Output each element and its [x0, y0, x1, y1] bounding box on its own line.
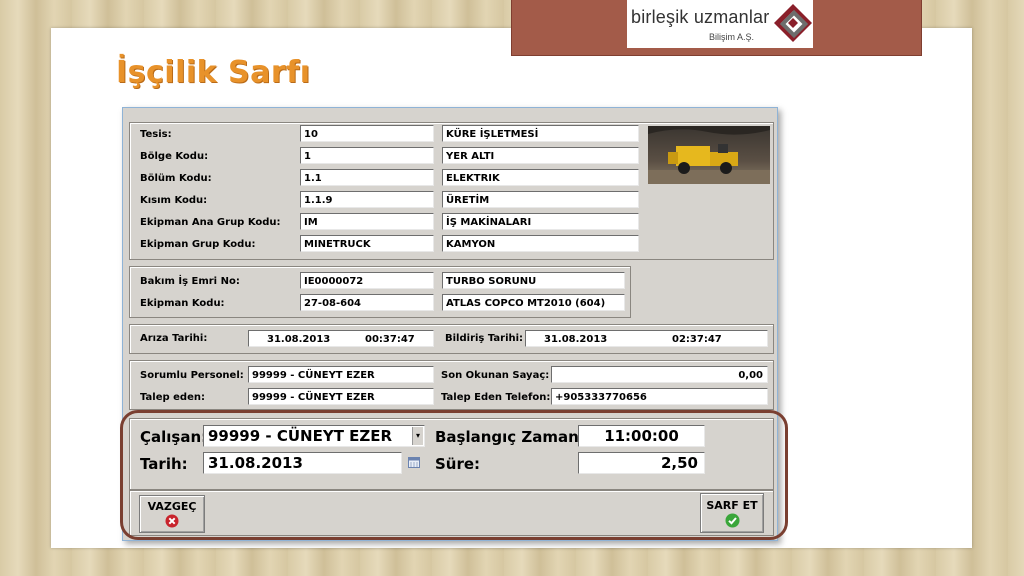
notice-datetime-field[interactable]: 31.08.2013 02:37:47: [525, 330, 768, 347]
section-code-field[interactable]: 1.1: [300, 169, 434, 186]
tesis-code-field[interactable]: 10: [300, 125, 434, 142]
logo-name: birleşik uzmanlar: [631, 7, 770, 27]
tesis-label: Tesis:: [140, 129, 172, 140]
dates-group: Arıza Tarihi: 31.08.2013 00:37:47 Bildir…: [129, 324, 774, 354]
equipment-photo: [648, 126, 770, 184]
tesis-desc-field[interactable]: KÜRE İŞLETMESİ: [442, 125, 639, 142]
requester-field[interactable]: 99999 - CÜNEYT EZER: [248, 388, 434, 405]
notice-date-value: 31.08.2013: [544, 334, 608, 345]
fault-time-value: 00:37:47: [365, 334, 415, 345]
counter-label: Son Okunan Sayaç:: [441, 370, 550, 381]
order-no-label: Bakım İş Emri No:: [140, 276, 240, 287]
logo-banner: birleşik uzmanlar Bilişim A.Ş.: [511, 0, 922, 56]
fault-datetime-field[interactable]: 31.08.2013 00:37:47: [248, 330, 434, 347]
equip-main-group-desc-field[interactable]: İŞ MAKİNALARI: [442, 213, 639, 230]
equip-group-label: Ekipman Grup Kodu:: [140, 239, 256, 250]
notice-time-value: 02:37:47: [672, 334, 722, 345]
order-desc-field[interactable]: TURBO SORUNU: [442, 272, 625, 289]
equip-main-group-label: Ekipman Ana Grup Kodu:: [140, 217, 281, 228]
work-order-group: Bakım İş Emri No: IE0000072 TURBO SORUNU…: [129, 266, 631, 318]
company-logo: birleşik uzmanlar Bilişim A.Ş.: [627, 0, 813, 48]
requester-label: Talep eden:: [140, 392, 205, 403]
equip-desc-field[interactable]: ATLAS COPCO MT2010 (604): [442, 294, 625, 311]
part-desc-field[interactable]: ÜRETİM: [442, 191, 639, 208]
section-code-label: Bölüm Kodu:: [140, 173, 212, 184]
part-code-label: Kısım Kodu:: [140, 195, 208, 206]
phone-field[interactable]: +905333770656: [551, 388, 768, 405]
part-code-field[interactable]: 1.1.9: [300, 191, 434, 208]
equip-group-desc-field[interactable]: KAMYON: [442, 235, 639, 252]
highlight-frame: [120, 410, 788, 540]
equip-code-field[interactable]: 27-08-604: [300, 294, 434, 311]
logo-mark-icon: [774, 4, 812, 42]
header-group: Tesis: 10 KÜRE İŞLETMESİ Bölge Kodu: 1 Y…: [129, 122, 774, 260]
fault-date-label: Arıza Tarihi:: [140, 333, 208, 344]
fault-date-value: 31.08.2013: [267, 334, 331, 345]
region-desc-field[interactable]: YER ALTI: [442, 147, 639, 164]
logo-subtitle: Bilişim A.Ş.: [709, 32, 755, 42]
responsible-label: Sorumlu Personel:: [140, 370, 244, 381]
phone-label: Talep Eden Telefon:: [441, 392, 551, 403]
equip-main-group-code-field[interactable]: IM: [300, 213, 434, 230]
personnel-group: Sorumlu Personel: 99999 - CÜNEYT EZER So…: [129, 360, 774, 410]
section-desc-field[interactable]: ELEKTRIK: [442, 169, 639, 186]
counter-field[interactable]: 0,00: [551, 366, 768, 383]
region-code-field[interactable]: 1: [300, 147, 434, 164]
page-title: İşçilik Sarfı: [116, 55, 311, 90]
order-no-field[interactable]: IE0000072: [300, 272, 434, 289]
equip-group-code-field[interactable]: MINETRUCK: [300, 235, 434, 252]
notice-date-label: Bildiriş Tarihi:: [445, 333, 524, 344]
region-code-label: Bölge Kodu:: [140, 151, 209, 162]
responsible-field[interactable]: 99999 - CÜNEYT EZER: [248, 366, 434, 383]
equip-code-label: Ekipman Kodu:: [140, 298, 225, 309]
